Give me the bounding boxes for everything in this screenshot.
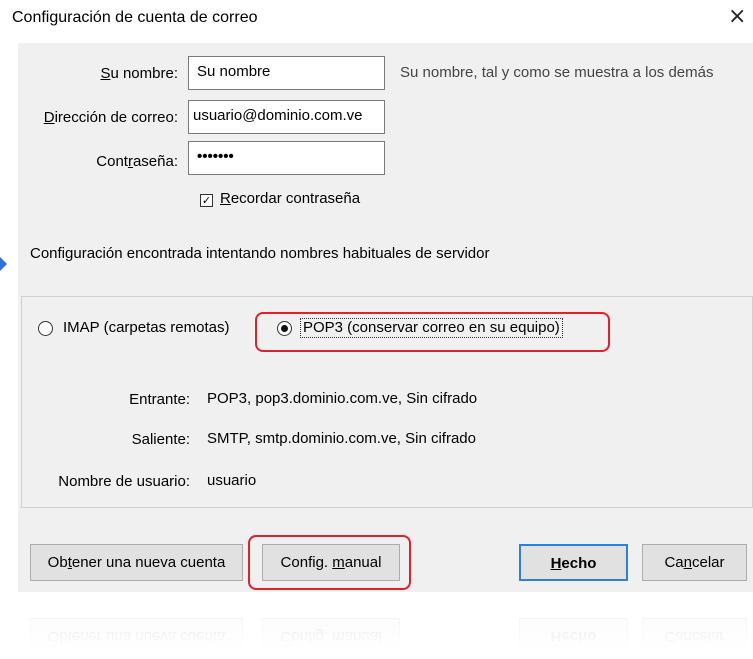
- done-button[interactable]: Hecho: [519, 544, 628, 581]
- outgoing-label: Saliente:: [131, 431, 190, 448]
- imap-label[interactable]: IMAP (carpetas remotas): [63, 319, 229, 336]
- remember-password-checkbox[interactable]: ✓: [200, 194, 213, 207]
- reflection-fade: [18, 600, 753, 659]
- button-row-reflection: Obtener una nueva cuenta Config. manual …: [18, 600, 753, 659]
- name-hint: Su nombre, tal y como se muestra a los d…: [400, 64, 714, 81]
- get-new-account-button[interactable]: Obtener una nueva cuenta: [30, 544, 243, 581]
- name-label: Su nombre:: [100, 65, 178, 82]
- username-value: usuario: [207, 472, 257, 489]
- pop3-radio-dot: [281, 325, 288, 332]
- manual-config-button[interactable]: Config. manual: [262, 544, 400, 581]
- incoming-label: Entrante:: [129, 391, 190, 408]
- email-label: Dirección de correo:: [43, 109, 178, 126]
- pop3-radio[interactable]: [277, 321, 292, 336]
- username-label: Nombre de usuario:: [58, 473, 190, 490]
- close-icon[interactable]: ×: [728, 4, 746, 29]
- name-input[interactable]: Su nombre: [188, 56, 385, 90]
- pop3-label[interactable]: POP3 (conservar correo en su equipo): [300, 318, 563, 338]
- password-label: Contraseña:: [96, 153, 178, 170]
- window-title: Configuración de cuenta de correo: [12, 9, 258, 26]
- remember-password-label[interactable]: Recordar contraseña: [220, 190, 360, 207]
- email-input[interactable]: usuario@dominio.com.ve: [188, 100, 385, 134]
- pointer-arrow-icon: [0, 257, 7, 271]
- cancel-button[interactable]: Cancelar: [642, 544, 747, 581]
- outgoing-value: SMTP, smtp.dominio.com.ve, Sin cifrado: [207, 430, 476, 447]
- incoming-value: POP3, pop3.dominio.com.ve, Sin cifrado: [207, 390, 478, 407]
- imap-radio[interactable]: [38, 321, 53, 336]
- password-input[interactable]: •••••••: [188, 141, 385, 175]
- status-message: Configuración encontrada intentando nomb…: [30, 245, 490, 262]
